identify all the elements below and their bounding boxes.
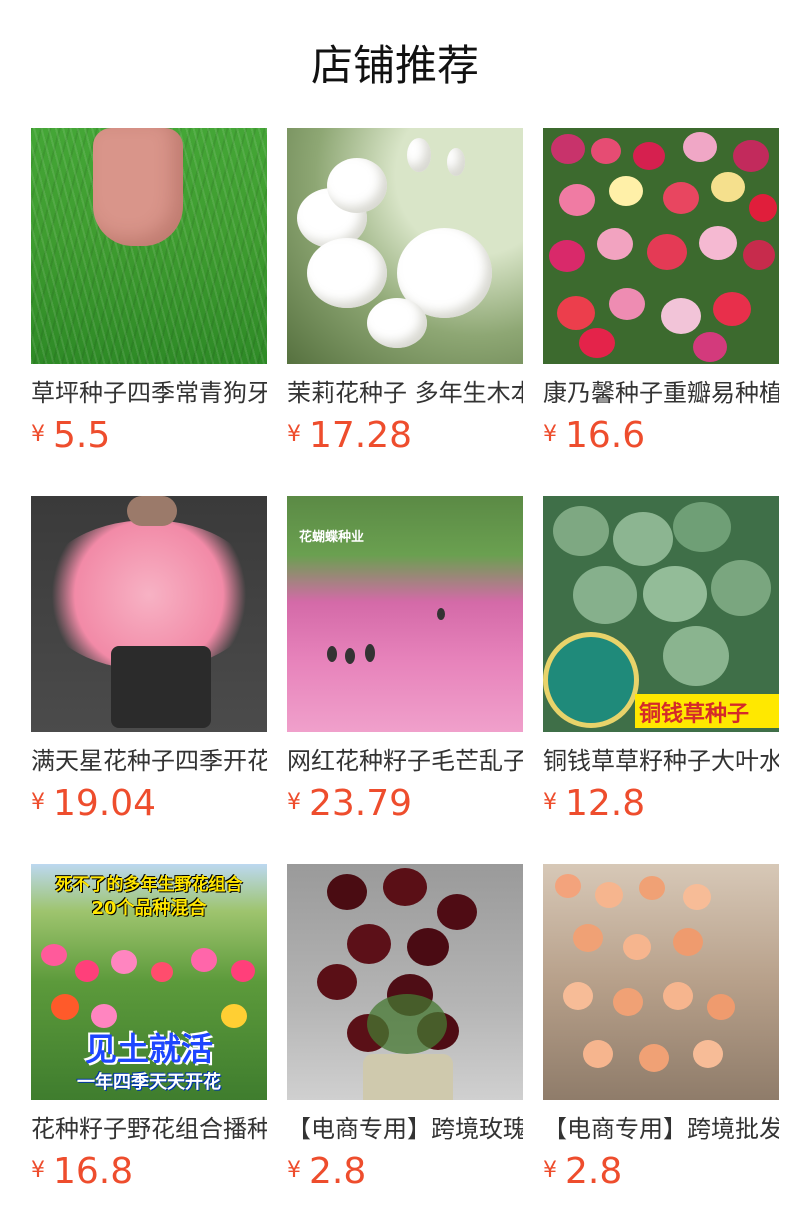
product-price: ¥16.8 — [31, 1150, 133, 1194]
currency-symbol: ¥ — [543, 1158, 557, 1183]
product-card[interactable]: 【电商专用】跨境玫瑰种子 ¥2.8 — [287, 864, 523, 1232]
product-image-lawn-grass[interactable] — [31, 128, 267, 364]
currency-symbol: ¥ — [31, 422, 45, 447]
product-name[interactable]: 花种籽子野花组合播种 — [31, 1112, 267, 1146]
product-card[interactable]: 茉莉花种子 多年生木本 ¥17.28 — [287, 128, 523, 496]
product-card[interactable]: 草坪种子四季常青狗牙根 ¥5.5 — [31, 128, 267, 496]
currency-symbol: ¥ — [31, 790, 45, 815]
currency-symbol: ¥ — [543, 790, 557, 815]
product-card[interactable]: 康乃馨种子重瓣易种植 ¥16.6 — [543, 128, 779, 496]
product-name[interactable]: 康乃馨种子重瓣易种植 — [543, 376, 779, 410]
product-card[interactable]: 死不了的多年生野花组合 20个品种混合 见土就活 一年四季天天开花 花种籽子野花… — [31, 864, 267, 1232]
product-card[interactable]: 满天星花种子四季开花 ¥19.04 — [31, 496, 267, 864]
product-name[interactable]: 满天星花种子四季开花 — [31, 744, 267, 778]
promo-line-1: 死不了的多年生野花组合 — [55, 875, 243, 895]
promo-line-4: 一年四季天天开花 — [77, 1072, 221, 1093]
product-image-dark-rose[interactable] — [287, 864, 523, 1100]
product-card[interactable]: 铜钱草种子 铜钱草草籽种子大叶水培 ¥12.8 — [543, 496, 779, 864]
price-value: 12.8 — [565, 783, 646, 824]
promo-line-3: 见土就活 — [84, 1030, 213, 1068]
product-image-babys-breath[interactable] — [31, 496, 267, 732]
product-card[interactable]: 【电商专用】跨境批发种子 ¥2.8 — [543, 864, 779, 1232]
product-name[interactable]: 【电商专用】跨境批发种子 — [543, 1112, 779, 1146]
price-value: 5.5 — [53, 415, 111, 456]
price-value: 16.8 — [53, 1151, 134, 1192]
price-value: 23.79 — [309, 783, 413, 824]
hand-shape — [93, 128, 183, 246]
product-name[interactable]: 网红花种籽子毛芒乱子草 — [287, 744, 523, 778]
currency-symbol: ¥ — [543, 422, 557, 447]
product-name[interactable]: 草坪种子四季常青狗牙根 — [31, 376, 267, 410]
product-price: ¥5.5 — [31, 414, 110, 458]
product-image-pennywort[interactable]: 铜钱草种子 — [543, 496, 779, 732]
price-value: 16.6 — [565, 415, 646, 456]
currency-symbol: ¥ — [31, 1158, 45, 1183]
product-image-wildflower-mix[interactable]: 死不了的多年生野花组合 20个品种混合 见土就活 一年四季天天开花 — [31, 864, 267, 1100]
promo-line-2: 20个品种混合 — [91, 898, 207, 919]
price-value: 2.8 — [309, 1151, 367, 1192]
product-grid: 草坪种子四季常青狗牙根 ¥5.5 茉莉花种子 多年生木本 ¥17.28 — [31, 128, 779, 1232]
product-price: ¥16.6 — [543, 414, 645, 458]
brand-watermark: 花蝴蝶种业 — [299, 530, 365, 545]
product-price: ¥12.8 — [543, 782, 645, 826]
product-image-climbing-rose[interactable] — [543, 864, 779, 1100]
product-name[interactable]: 铜钱草草籽种子大叶水培 — [543, 744, 779, 778]
product-price: ¥2.8 — [543, 1150, 622, 1194]
product-price: ¥17.28 — [287, 414, 412, 458]
shop-recommendations-page: 店铺推荐 草坪种子四季常青狗牙根 ¥5.5 茉莉花种 — [0, 0, 790, 1232]
product-image-jasmine[interactable] — [287, 128, 523, 364]
currency-symbol: ¥ — [287, 1158, 301, 1183]
section-title: 店铺推荐 — [310, 41, 479, 90]
product-price: ¥19.04 — [31, 782, 156, 826]
product-name[interactable]: 茉莉花种子 多年生木本 — [287, 376, 523, 410]
price-value: 17.28 — [309, 415, 413, 456]
currency-symbol: ¥ — [287, 422, 301, 447]
price-value: 19.04 — [53, 783, 157, 824]
product-price: ¥23.79 — [287, 782, 412, 826]
product-price: ¥2.8 — [287, 1150, 366, 1194]
pennywort-label: 铜钱草种子 — [639, 702, 750, 727]
currency-symbol: ¥ — [287, 790, 301, 815]
product-card[interactable]: 花蝴蝶种业 网红花种籽子毛芒乱子草 ¥23.79 — [287, 496, 523, 864]
product-image-pink-field[interactable]: 花蝴蝶种业 — [287, 496, 523, 732]
price-value: 2.8 — [565, 1151, 623, 1192]
product-image-carnation[interactable] — [543, 128, 779, 364]
product-name[interactable]: 【电商专用】跨境玫瑰种子 — [287, 1112, 523, 1146]
